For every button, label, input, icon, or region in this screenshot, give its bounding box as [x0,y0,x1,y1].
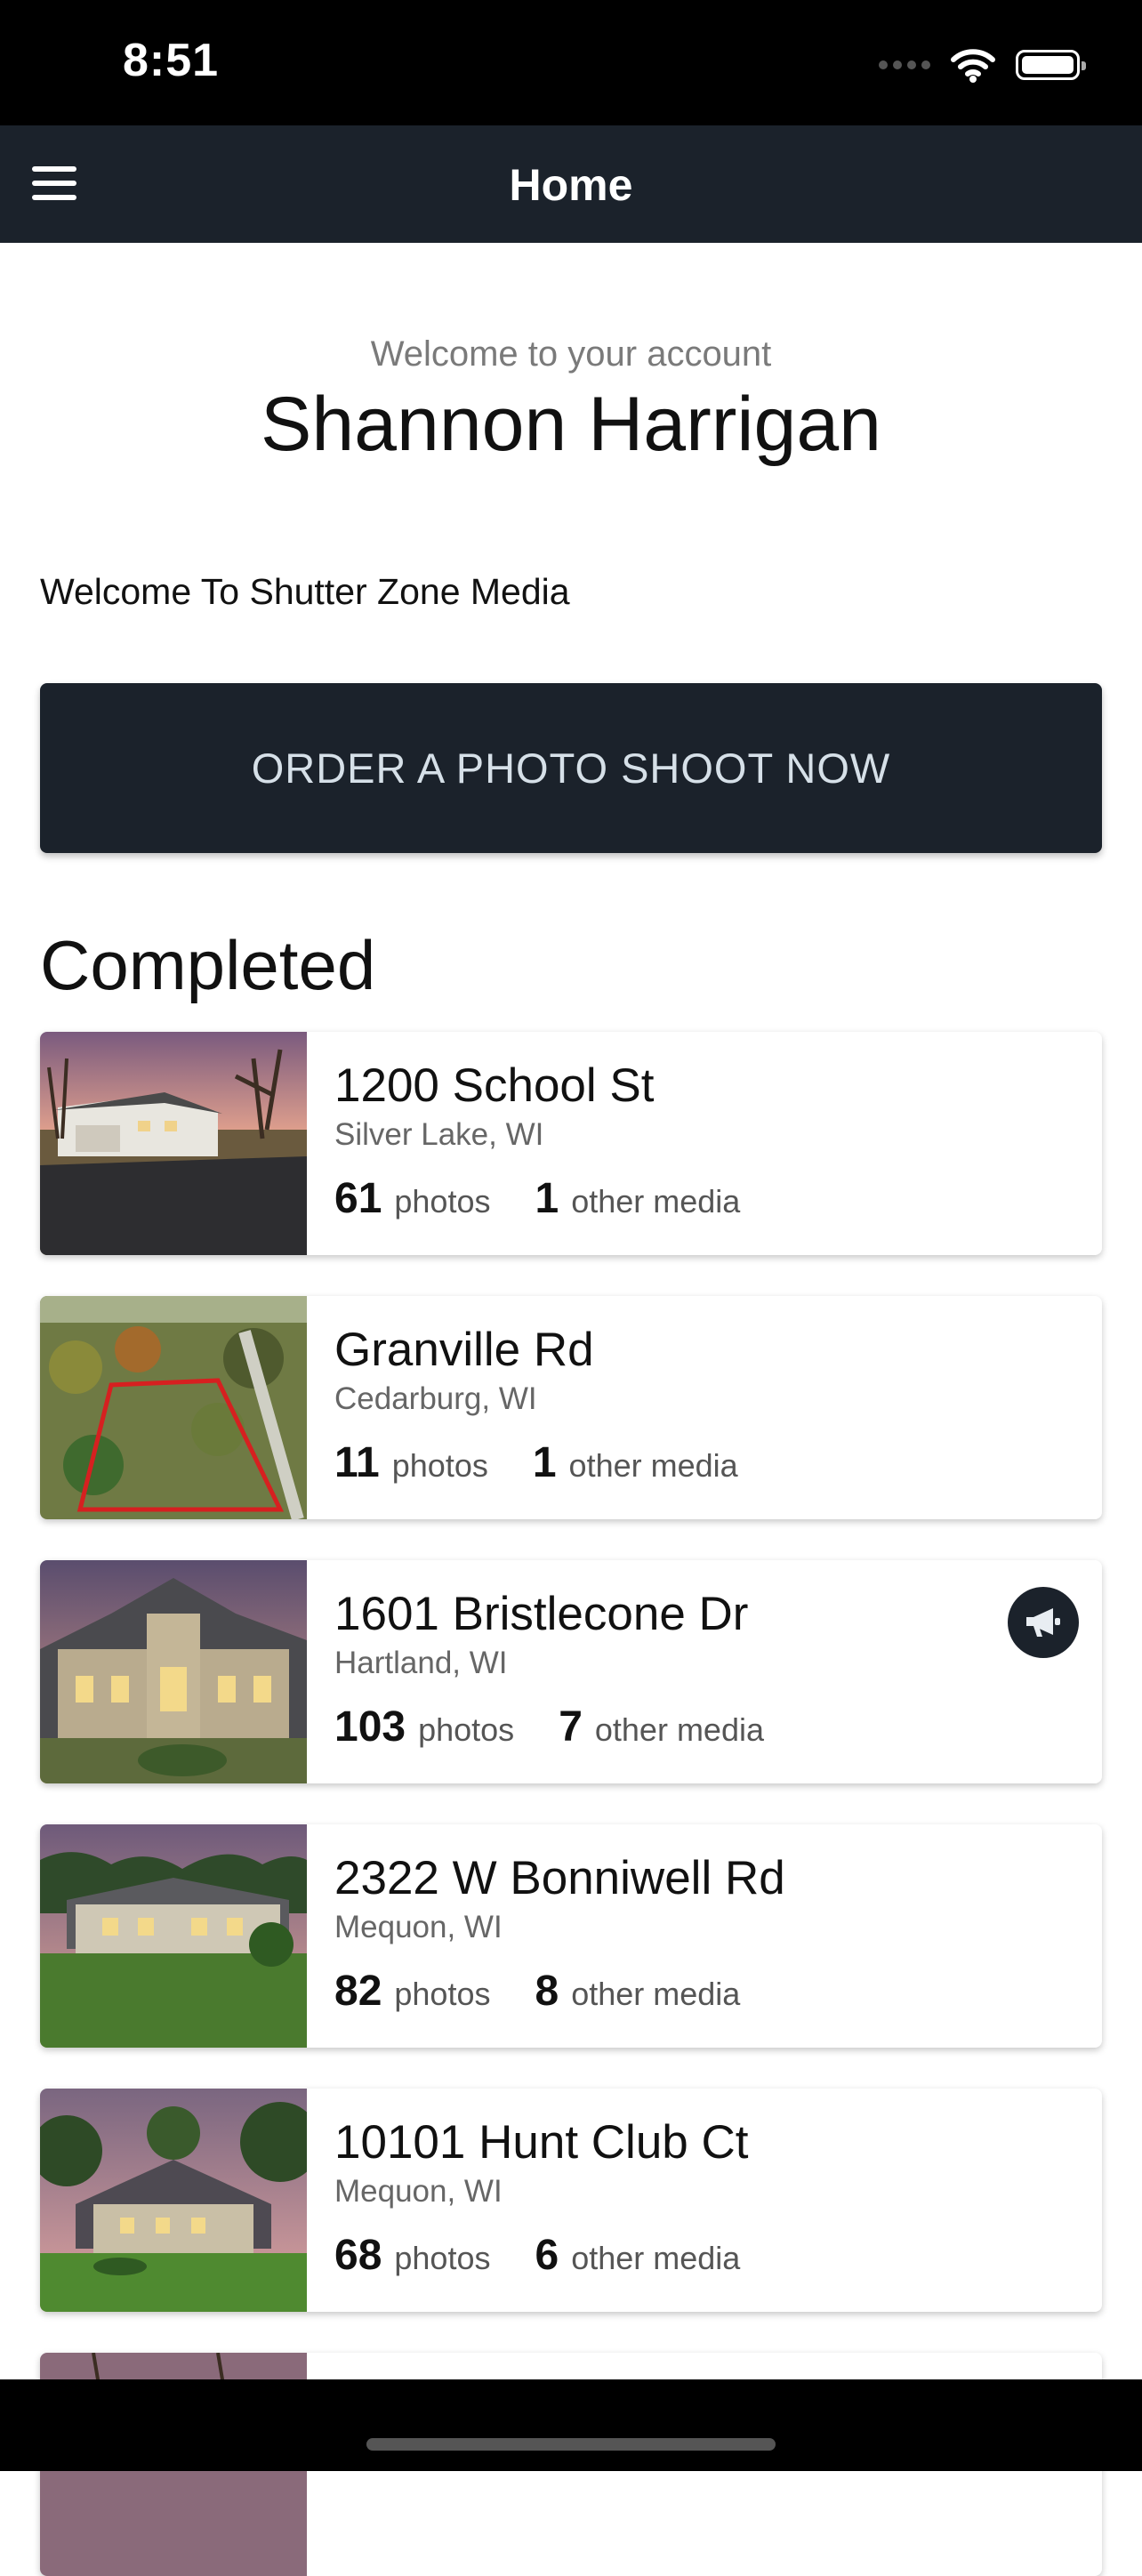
listing-stats: 11 photos 1 other media [334,1438,783,1487]
photo-count: 68 [334,2232,382,2279]
photo-label: photos [394,1183,491,1220]
listing-address: 1200 School St [334,1059,655,1112]
listing-stats: 68 photos 6 other media [334,2231,784,2280]
other-media-label: other media [568,1447,738,1484]
photo-label: photos [394,1976,491,2012]
cellular-signal-icon [879,60,930,69]
other-media-count: 6 [535,2232,559,2279]
listing-address: 1601 Bristlecone Dr [334,1588,749,1640]
listing-city: Mequon, WI [334,1910,503,1944]
listing-city: Cedarburg, WI [334,1381,537,1416]
completed-section-title: Completed [40,926,376,1004]
listing-stats: 82 photos 8 other media [334,1967,784,2016]
listing-card[interactable]: 2322 W Bonniwell Rd Mequon, WI 82 photos… [40,1824,1102,2048]
photo-label: photos [391,1447,488,1484]
listing-city: Silver Lake, WI [334,1117,544,1152]
other-media-count: 8 [535,1968,559,2015]
listing-card[interactable]: 10101 Hunt Club Ct Mequon, WI 68 photos … [40,2089,1102,2312]
property-thumbnail [40,1824,307,2048]
status-time: 8:51 [123,35,220,86]
listing-city: Hartland, WI [334,1646,508,1680]
photo-count: 11 [334,1439,380,1486]
property-thumbnail [40,1560,307,1783]
status-bar: 8:51 [0,0,1142,125]
home-indicator[interactable] [366,2438,776,2451]
listing-card[interactable]: Granville Rd Cedarburg, WI 11 photos 1 o… [40,1296,1102,1519]
listing-card[interactable]: 1200 School St Silver Lake, WI 61 photos… [40,1032,1102,1255]
other-media-count: 1 [535,1175,559,1222]
listing-address: 2322 W Bonniwell Rd [334,1852,785,1904]
other-media-label: other media [571,1183,741,1220]
battery-icon [1016,50,1086,80]
other-media-label: other media [571,2240,741,2276]
listing-stats: 61 photos 1 other media [334,1174,784,1223]
listing-city: Mequon, WI [334,2174,503,2209]
listing-address: 10101 Hunt Club Ct [334,2116,749,2169]
status-icons [879,43,1086,87]
company-welcome-text: Welcome To Shutter Zone Media [40,571,570,612]
megaphone-icon[interactable] [1008,1587,1079,1658]
listing-stats: 103 photos 7 other media [334,1703,808,1751]
wifi-icon [951,49,995,83]
bottom-safe-area [0,2379,1142,2471]
photo-count: 61 [334,1175,382,1222]
page-title: Home [509,160,633,210]
user-name: Shannon Harrigan [260,382,882,467]
welcome-label: Welcome to your account [370,334,772,374]
order-photo-shoot-button[interactable]: ORDER A PHOTO SHOOT NOW [40,683,1102,853]
other-media-count: 1 [532,1439,557,1486]
property-thumbnail [40,2089,307,2312]
listing-address: Granville Rd [334,1324,594,1376]
other-media-count: 7 [559,1703,583,1751]
photo-count: 103 [334,1703,406,1751]
photo-label: photos [418,1711,515,1748]
photo-label: photos [394,2240,491,2276]
photo-count: 82 [334,1968,382,2015]
property-thumbnail [40,1032,307,1255]
nav-bar: Home [0,125,1142,243]
listing-card[interactable]: 1601 Bristlecone Dr Hartland, WI 103 pho… [40,1560,1102,1783]
property-thumbnail [40,1296,307,1519]
other-media-label: other media [594,1711,764,1748]
other-media-label: other media [571,1976,741,2012]
